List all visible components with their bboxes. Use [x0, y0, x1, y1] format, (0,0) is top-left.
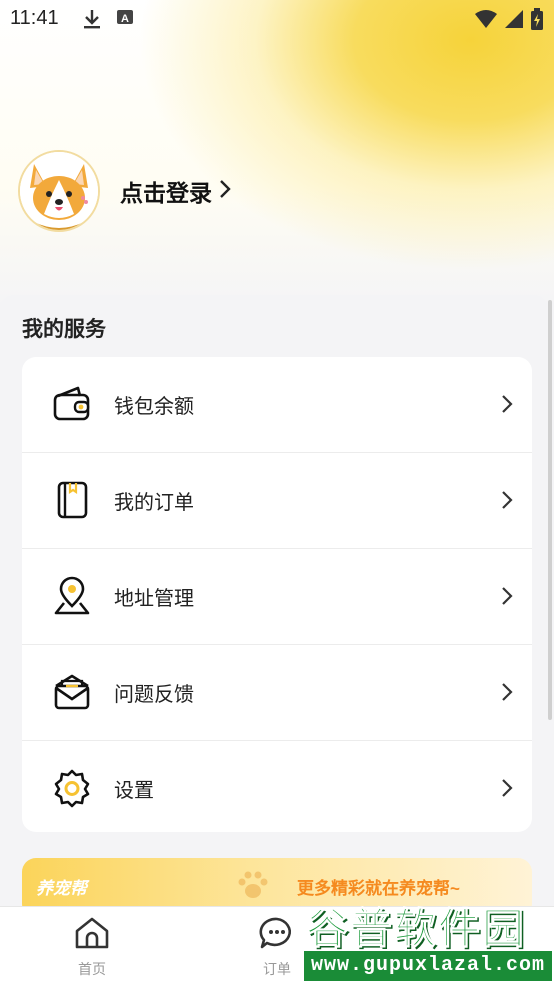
- a-icon: A: [116, 8, 134, 34]
- chevron-right-icon: [500, 682, 514, 706]
- watermark-url: www.gupuxlazal.com: [304, 951, 552, 981]
- service-label-orders: 我的订单: [114, 492, 194, 514]
- battery-icon: [530, 8, 544, 34]
- status-bar: 11:41 A: [0, 0, 554, 38]
- chevron-right-icon: [500, 490, 514, 514]
- scrollbar[interactable]: [548, 300, 552, 720]
- service-item-orders[interactable]: 我的订单: [22, 453, 532, 549]
- chevron-right-icon: [500, 778, 514, 802]
- wallet-icon: [52, 384, 92, 424]
- service-item-address[interactable]: 地址管理: [22, 549, 532, 645]
- my-services-section: 我的服务 钱包余额 我的订单 地址管理 问题反馈 设置: [0, 295, 548, 835]
- paw-icon: [236, 870, 270, 904]
- notebook-icon: [52, 480, 92, 520]
- service-item-wallet[interactable]: 钱包余额: [22, 357, 532, 453]
- mail-icon: [52, 672, 92, 712]
- service-label-wallet: 钱包余额: [114, 396, 194, 418]
- banner-brand: 养宠帮: [36, 879, 87, 898]
- signal-icon: [504, 9, 524, 33]
- home-icon: [73, 917, 111, 955]
- service-list: 钱包余额 我的订单 地址管理 问题反馈 设置: [22, 357, 532, 832]
- chat-icon: [258, 917, 296, 955]
- wifi-icon: [474, 9, 498, 33]
- corgi-avatar-icon[interactable]: [18, 150, 100, 232]
- location-pin-icon: [52, 576, 92, 616]
- watermark: 谷普软件园 www.gupuxlazal.com: [300, 893, 554, 984]
- login-label[interactable]: 点击登录: [120, 174, 212, 208]
- nav-label-home: 首页: [78, 961, 106, 977]
- svg-text:A: A: [121, 13, 129, 25]
- service-item-feedback[interactable]: 问题反馈: [22, 645, 532, 741]
- watermark-title: 谷普软件园: [305, 905, 527, 953]
- nav-item-home[interactable]: 首页: [52, 915, 132, 979]
- service-item-settings[interactable]: 设置: [22, 741, 532, 832]
- chevron-right-icon: [500, 394, 514, 418]
- service-label-address: 地址管理: [114, 588, 194, 610]
- service-label-settings: 设置: [114, 780, 154, 802]
- login-row[interactable]: 点击登录: [18, 150, 232, 232]
- gear-icon: [52, 768, 92, 808]
- download-icon: [82, 8, 102, 34]
- service-label-feedback: 问题反馈: [114, 684, 194, 706]
- chevron-right-icon: [218, 179, 232, 203]
- section-title: 我的服务: [22, 318, 106, 341]
- status-time: 11:41: [10, 7, 59, 29]
- chevron-right-icon: [500, 586, 514, 610]
